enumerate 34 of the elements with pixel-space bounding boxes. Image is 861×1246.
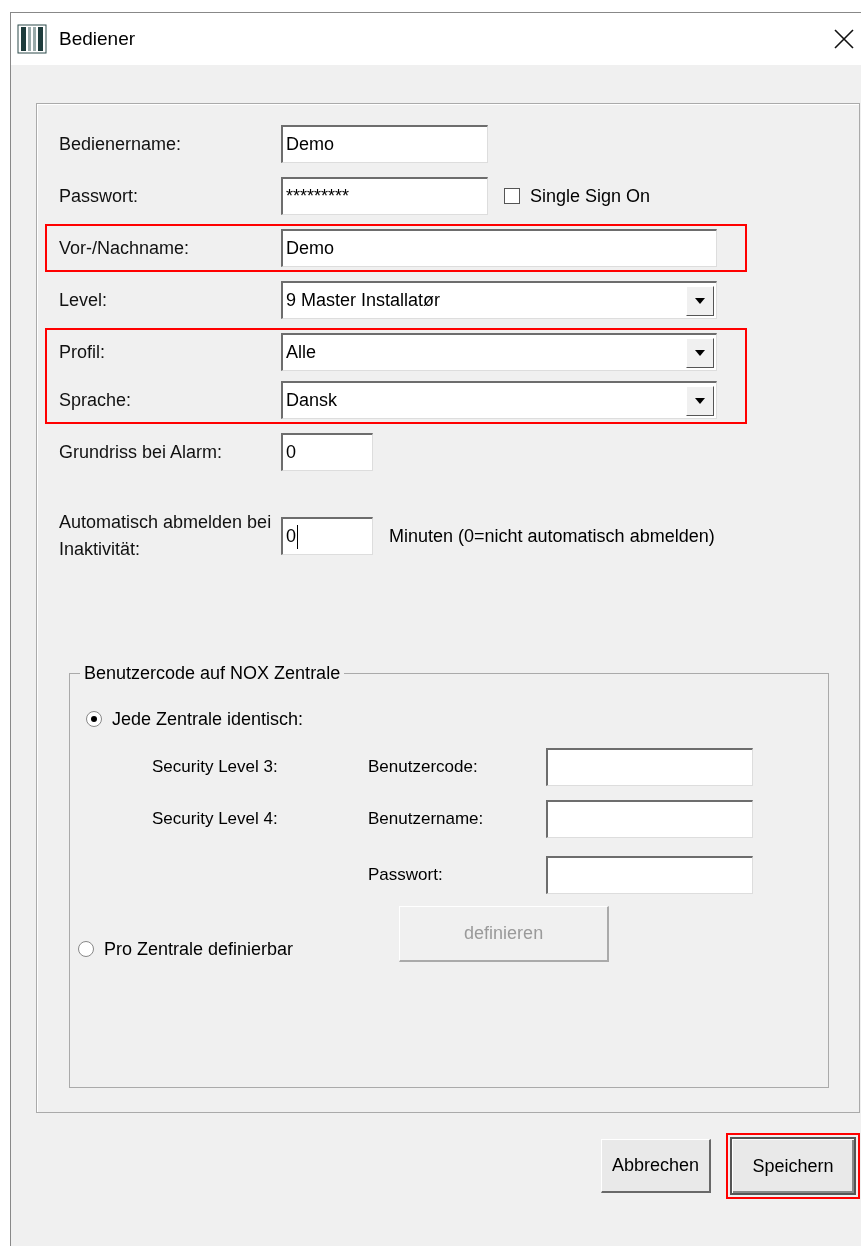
field-label: Automatisch abmelden bei Inaktivität: [59,511,273,561]
field-label: Bedienername: [59,132,183,156]
checkbox[interactable]: Single Sign On [504,185,651,207]
field-label: Passwort: [59,184,140,208]
unit-label: Minuten (0=nicht automatisch abmelden) [389,525,715,547]
input-field[interactable] [546,748,753,786]
field-label: Benutzercode: [368,757,479,777]
dialog-button[interactable]: Abbrechen [600,1139,711,1193]
input-field[interactable]: 0 [281,433,373,471]
radio-button[interactable]: Jede Zentrale identisch: [86,708,304,730]
input-field[interactable]: Demo [281,229,717,267]
input-field[interactable]: Demo [281,125,488,163]
input-field[interactable] [546,800,753,838]
app-icon [17,24,47,54]
field-label: Passwort: [368,865,444,885]
input-field[interactable]: ********* [281,177,488,215]
field-label: Grundriss bei Alarm: [59,440,224,464]
dropdown[interactable]: Alle [281,333,717,371]
close-icon[interactable] [833,28,855,50]
window-title: Bediener [59,28,137,50]
dropdown[interactable]: Dansk [281,381,717,419]
dialog-button[interactable]: Speichern [730,1137,856,1195]
group-title: Benutzercode auf NOX Zentrale [83,663,342,684]
security-level-label: Security Level 4: [152,808,279,830]
security-level-label: Security Level 3: [152,756,279,778]
field-label: Sprache: [59,388,133,412]
field-label: Profil: [59,340,106,364]
radio-button[interactable]: Pro Zentrale definierbar [78,938,294,960]
field-label: Benutzername: [368,809,485,829]
field-label: Level: [59,288,109,312]
input-field[interactable]: 0 [281,517,373,555]
field-label: Vor-/Nachname: [59,236,191,260]
input-field[interactable] [546,856,753,894]
dropdown[interactable]: 9 Master Installatør [281,281,717,319]
